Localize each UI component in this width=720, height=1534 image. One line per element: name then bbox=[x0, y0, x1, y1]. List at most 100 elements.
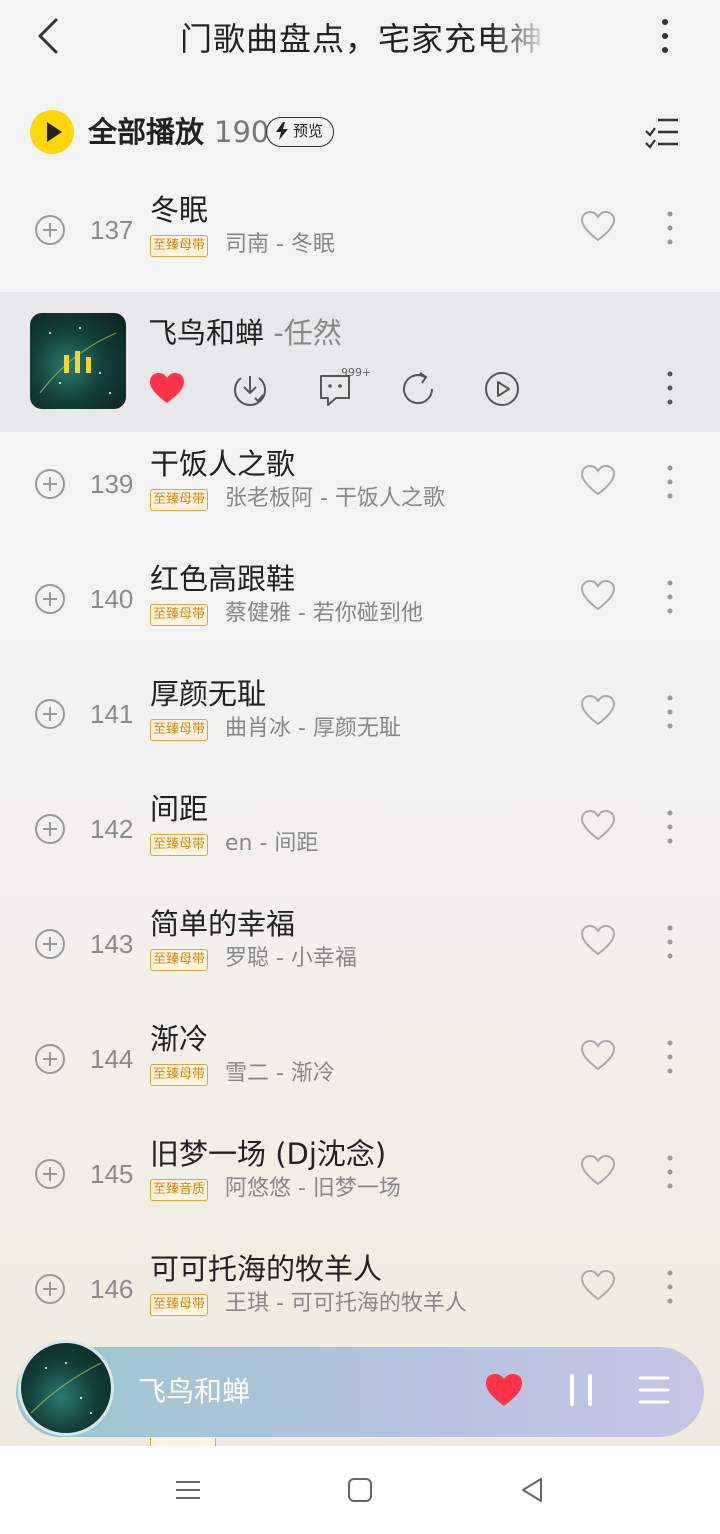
song-artist: 蔡健雅 - 若你碰到他 bbox=[225, 601, 423, 626]
more-vertical-icon[interactable] bbox=[660, 1152, 680, 1192]
heart-outline-icon[interactable] bbox=[580, 1038, 616, 1074]
play-all-label[interactable]: 全部播放 bbox=[88, 110, 204, 154]
more-vertical-icon[interactable] bbox=[660, 462, 680, 502]
playing-bars-icon bbox=[64, 351, 91, 373]
add-circle-icon[interactable] bbox=[34, 813, 66, 845]
add-circle-icon[interactable] bbox=[34, 583, 66, 615]
track-number: 146 bbox=[90, 1274, 134, 1304]
video-play-icon[interactable] bbox=[483, 370, 521, 408]
preview-button[interactable]: 预览 bbox=[266, 117, 334, 147]
heart-outline-icon[interactable] bbox=[580, 209, 616, 245]
lightning-icon bbox=[276, 122, 288, 140]
square-home-icon[interactable] bbox=[344, 1474, 376, 1506]
playlist-icon[interactable] bbox=[636, 1374, 672, 1406]
more-vertical-icon[interactable] bbox=[660, 922, 680, 962]
heart-filled-icon[interactable] bbox=[148, 370, 186, 408]
song-title: 间距 bbox=[150, 792, 209, 826]
song-title: 可可托海的牧羊人 bbox=[150, 1252, 383, 1286]
mini-player[interactable] bbox=[16, 1347, 704, 1437]
heart-outline-icon[interactable] bbox=[580, 463, 616, 499]
quality-badge: 至臻母带 bbox=[150, 1294, 209, 1316]
add-circle-icon[interactable] bbox=[34, 698, 66, 730]
song-row[interactable]: 141 厚颜无耻 至臻母带 曲肖冰 - 厚颜无耻 bbox=[0, 662, 720, 777]
more-vertical-icon[interactable] bbox=[660, 1267, 680, 1307]
song-row[interactable]: 140 红色高跟鞋 至臻母带 蔡健雅 - 若你碰到他 bbox=[0, 547, 720, 662]
track-number: 144 bbox=[90, 1044, 134, 1074]
track-number: 139 bbox=[90, 469, 134, 499]
more-vertical-icon[interactable] bbox=[660, 368, 680, 408]
comment-count: 999+ bbox=[341, 366, 372, 379]
heart-outline-icon[interactable] bbox=[580, 923, 616, 959]
quality-badge: 至臻音质 bbox=[150, 1179, 209, 1201]
add-circle-icon[interactable] bbox=[34, 928, 66, 960]
now-playing-title: 飞鸟和蝉 -任然 bbox=[148, 312, 342, 354]
now-playing-song: 飞鸟和蝉 bbox=[148, 316, 265, 350]
song-row[interactable]: 145 旧梦一场 (Dj沈念) 至臻音质 阿悠悠 - 旧梦一场 bbox=[0, 1122, 720, 1237]
song-row[interactable]: 142 间距 至臻母带 en - 间距 bbox=[0, 777, 720, 892]
download-icon[interactable] bbox=[231, 370, 269, 408]
add-circle-icon[interactable] bbox=[34, 1273, 66, 1305]
add-circle-icon[interactable] bbox=[34, 1158, 66, 1190]
song-row[interactable]: 137 冬眠 至臻母带 司南 - 冬眠 bbox=[0, 178, 720, 293]
now-playing-artist: -任然 bbox=[264, 316, 342, 350]
heart-outline-icon[interactable] bbox=[580, 693, 616, 729]
add-circle-icon[interactable] bbox=[34, 1043, 66, 1075]
cover-art bbox=[30, 1362, 102, 1414]
chevron-left-icon[interactable] bbox=[28, 14, 68, 58]
title-fade bbox=[490, 14, 550, 64]
more-vertical-icon[interactable] bbox=[650, 14, 680, 58]
song-title: 旧梦一场 (Dj沈念) bbox=[150, 1137, 387, 1171]
player-song-title: 飞鸟和蝉 bbox=[138, 1375, 251, 1408]
more-vertical-icon[interactable] bbox=[660, 1037, 680, 1077]
heart-filled-icon[interactable] bbox=[484, 1372, 524, 1408]
share-icon[interactable] bbox=[399, 370, 437, 408]
add-circle-icon[interactable] bbox=[34, 468, 66, 500]
album-cover[interactable] bbox=[30, 313, 126, 409]
heart-outline-icon[interactable] bbox=[580, 578, 616, 614]
song-title: 干饭人之歌 bbox=[150, 447, 296, 481]
song-artist: 王琪 - 可可托海的牧羊人 bbox=[225, 1291, 467, 1316]
track-number: 142 bbox=[90, 814, 134, 844]
track-number: 140 bbox=[90, 584, 134, 614]
song-title: 简单的幸福 bbox=[150, 907, 296, 941]
quality-badge: 至臻母带 bbox=[150, 949, 209, 971]
song-artist: en - 间距 bbox=[225, 831, 319, 856]
more-vertical-icon[interactable] bbox=[660, 577, 680, 617]
add-circle-icon[interactable] bbox=[34, 214, 66, 246]
song-artist: 张老板阿 - 干饭人之歌 bbox=[225, 486, 445, 511]
more-vertical-icon[interactable] bbox=[660, 208, 680, 248]
song-artist: 雪二 - 渐冷 bbox=[225, 1061, 335, 1086]
track-number: 145 bbox=[90, 1159, 134, 1189]
menu-icon[interactable] bbox=[172, 1474, 204, 1506]
song-row[interactable]: 139 干饭人之歌 至臻母带 张老板阿 - 干饭人之歌 bbox=[0, 432, 720, 547]
song-row[interactable]: 146 可可托海的牧羊人 至臻母带 王琪 - 可可托海的牧羊人 bbox=[0, 1237, 720, 1352]
more-vertical-icon[interactable] bbox=[660, 692, 680, 732]
system-navigation-bar bbox=[0, 1446, 720, 1534]
song-artist: 司南 - 冬眠 bbox=[225, 232, 335, 257]
song-row[interactable]: 143 简单的幸福 至臻母带 罗聪 - 小幸福 bbox=[0, 892, 720, 1007]
more-vertical-icon[interactable] bbox=[660, 807, 680, 847]
heart-outline-icon[interactable] bbox=[580, 808, 616, 844]
track-number: 141 bbox=[90, 699, 134, 729]
multi-select-icon[interactable] bbox=[644, 114, 680, 150]
track-number: 137 bbox=[90, 215, 134, 245]
heart-outline-icon[interactable] bbox=[580, 1268, 616, 1304]
song-title: 渐冷 bbox=[150, 1022, 209, 1056]
quality-badge: 至臻母带 bbox=[150, 604, 209, 626]
quality-badge: 至臻母带 bbox=[150, 834, 209, 856]
song-row[interactable]: 144 渐冷 至臻母带 雪二 - 渐冷 bbox=[0, 1007, 720, 1122]
song-artist: 阿悠悠 - 旧梦一场 bbox=[225, 1176, 401, 1201]
song-count: 190 bbox=[214, 115, 270, 149]
song-title: 冬眠 bbox=[150, 193, 209, 227]
pause-icon[interactable] bbox=[568, 1372, 594, 1408]
song-title: 厚颜无耻 bbox=[150, 677, 267, 711]
quality-badge: 至臻母带 bbox=[150, 719, 209, 741]
heart-outline-icon[interactable] bbox=[580, 1153, 616, 1189]
preview-label: 预览 bbox=[293, 122, 324, 140]
quality-badge: 至臻母带 bbox=[150, 489, 209, 511]
play-all-button[interactable] bbox=[30, 110, 74, 154]
song-title: 红色高跟鞋 bbox=[150, 562, 296, 596]
triangle-back-icon[interactable] bbox=[516, 1474, 548, 1506]
player-album-cover[interactable] bbox=[18, 1340, 114, 1436]
playlist-title: 门歌曲盘点，宅家充电神 bbox=[180, 20, 540, 58]
